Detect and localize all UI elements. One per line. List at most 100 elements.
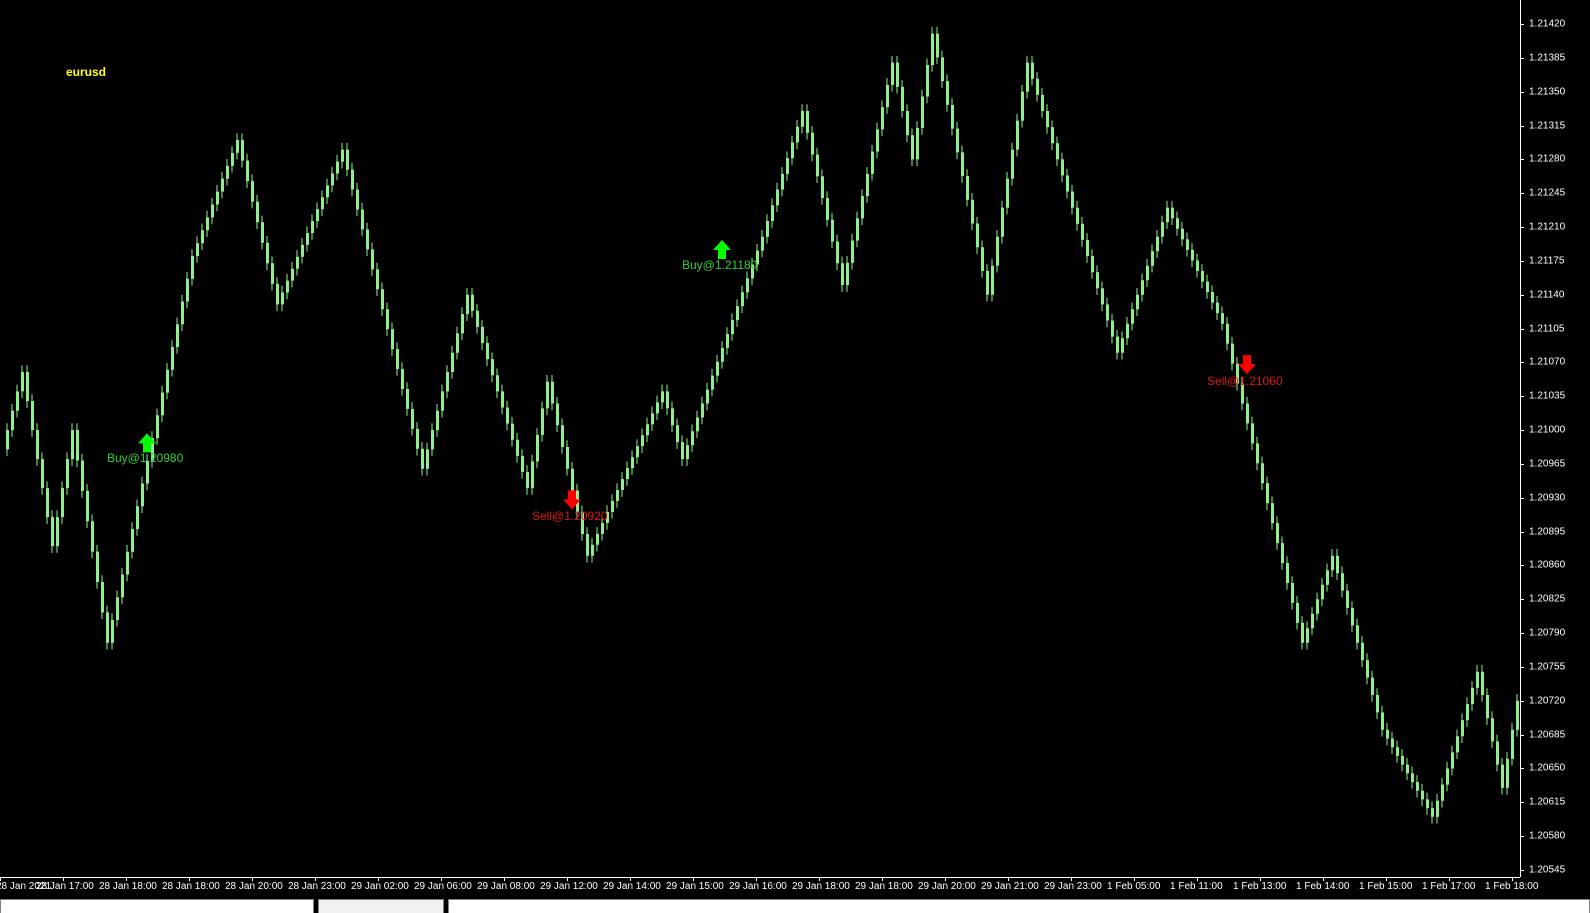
- price-tick-label: 1.21105: [1529, 323, 1565, 335]
- renko-brick: [1226, 323, 1229, 344]
- time-tick-label: 29 Jan 18:00: [792, 881, 850, 892]
- renko-brick: [1336, 555, 1339, 574]
- renko-brick: [1121, 338, 1124, 353]
- renko-brick: [846, 262, 849, 286]
- price-tick: [1520, 193, 1524, 195]
- renko-brick: [876, 129, 879, 152]
- renko-brick: [1146, 265, 1149, 281]
- renko-brick: [1386, 729, 1389, 739]
- renko-brick: [236, 140, 239, 153]
- renko-brick: [646, 424, 649, 436]
- renko-brick: [1346, 590, 1349, 608]
- renko-brick: [166, 369, 169, 393]
- price-tick-label: 1.20720: [1529, 695, 1566, 707]
- renko-brick: [1061, 159, 1064, 176]
- renko-brick: [96, 551, 99, 583]
- renko-brick: [31, 401, 34, 431]
- price-tick: [1520, 666, 1524, 668]
- renko-brick: [811, 132, 814, 155]
- renko-brick: [176, 324, 179, 348]
- price-chart-area[interactable]: eurusd Buy@1.20980 Sell@1.20920 Buy@1.2118…: [0, 0, 1520, 877]
- renko-brick: [626, 468, 629, 480]
- renko-brick: [11, 410, 14, 431]
- renko-brick: [326, 185, 329, 198]
- time-tick-label: 29 Jan 21:00: [981, 881, 1039, 892]
- renko-brick: [1436, 800, 1439, 817]
- time-tick-label: 29 Jan 18:00: [855, 881, 913, 892]
- renko-brick: [111, 620, 114, 643]
- renko-brick: [841, 263, 844, 286]
- renko-brick: [906, 111, 909, 136]
- renko-brick: [6, 430, 9, 450]
- renko-brick: [1266, 483, 1269, 504]
- renko-brick: [1456, 736, 1459, 753]
- renko-brick: [246, 160, 249, 182]
- renko-brick: [1096, 272, 1099, 289]
- price-tick-label: 1.20825: [1529, 593, 1566, 605]
- price-tick-label: 1.21280: [1529, 153, 1566, 165]
- price-tick: [1520, 430, 1524, 432]
- renko-brick: [1446, 768, 1449, 785]
- renko-brick: [1156, 236, 1159, 252]
- renko-brick: [1311, 613, 1314, 629]
- price-tick: [1520, 463, 1524, 465]
- renko-brick: [1126, 323, 1129, 339]
- renko-brick: [226, 165, 229, 179]
- renko-bars: [6, 26, 1519, 824]
- renko-brick: [1216, 302, 1219, 314]
- renko-brick: [1006, 178, 1009, 208]
- renko-brick: [1341, 573, 1344, 591]
- renko-brick: [736, 306, 739, 321]
- renko-brick: [1261, 463, 1264, 484]
- renko-brick: [826, 198, 829, 220]
- renko-brick: [86, 490, 89, 522]
- price-tick: [1520, 531, 1524, 533]
- price-tick: [1520, 870, 1524, 871]
- renko-brick: [851, 240, 854, 263]
- price-axis[interactable]: 1.21420 1.21385 1.21350 1.21315 1.21280 1.212…: [1520, 0, 1590, 877]
- renko-brick: [461, 314, 464, 334]
- renko-brick: [791, 142, 794, 159]
- renko-brick: [1486, 694, 1489, 719]
- chart-tab[interactable]: [448, 899, 1590, 913]
- renko-brick: [1066, 175, 1069, 192]
- renko-brick: [816, 154, 819, 177]
- sell-arrow-icon: [1238, 355, 1256, 375]
- renko-brick: [1246, 403, 1249, 424]
- price-tick-label: 1.20860: [1529, 559, 1566, 571]
- price-tick: [1520, 565, 1524, 567]
- renko-brick: [1056, 143, 1059, 160]
- renko-brick: [1491, 718, 1494, 742]
- price-tick-label: 1.21175: [1529, 255, 1565, 267]
- renko-brick: [1511, 729, 1514, 759]
- renko-brick: [1481, 671, 1484, 695]
- renko-brick: [596, 533, 599, 545]
- time-tick-label: 29 Jan 12:00: [540, 881, 598, 892]
- time-axis[interactable]: 28 Jan 2021 28 Jan 17:00 28 Jan 18:00 28 Ja…: [0, 877, 1538, 899]
- renko-brick: [231, 152, 234, 166]
- renko-brick: [896, 62, 899, 87]
- renko-brick: [421, 448, 424, 469]
- renko-brick: [36, 430, 39, 460]
- renko-brick: [71, 430, 74, 460]
- renko-brick: [706, 389, 709, 404]
- renko-brick: [1011, 149, 1014, 179]
- renko-brick: [1206, 281, 1209, 293]
- renko-brick: [821, 176, 824, 199]
- time-tick-label: 29 Jan 02:00: [351, 881, 409, 892]
- renko-brick: [301, 244, 304, 257]
- renko-brick: [46, 488, 49, 518]
- renko-brick: [1026, 62, 1029, 92]
- renko-brick: [856, 218, 859, 241]
- renko-brick: [491, 359, 494, 376]
- buy-arrow-icon: [713, 240, 731, 260]
- renko-brick: [81, 460, 84, 491]
- renko-brick: [511, 423, 514, 440]
- renko-brick: [1351, 607, 1354, 626]
- price-tick: [1520, 599, 1524, 601]
- chart-tab[interactable]: [318, 899, 444, 913]
- renko-brick: [1376, 694, 1379, 713]
- time-tick-label: 1 Feb 17:00: [1422, 881, 1476, 892]
- chart-tab[interactable]: [0, 899, 314, 913]
- price-tick-label: 1.20615: [1529, 796, 1566, 808]
